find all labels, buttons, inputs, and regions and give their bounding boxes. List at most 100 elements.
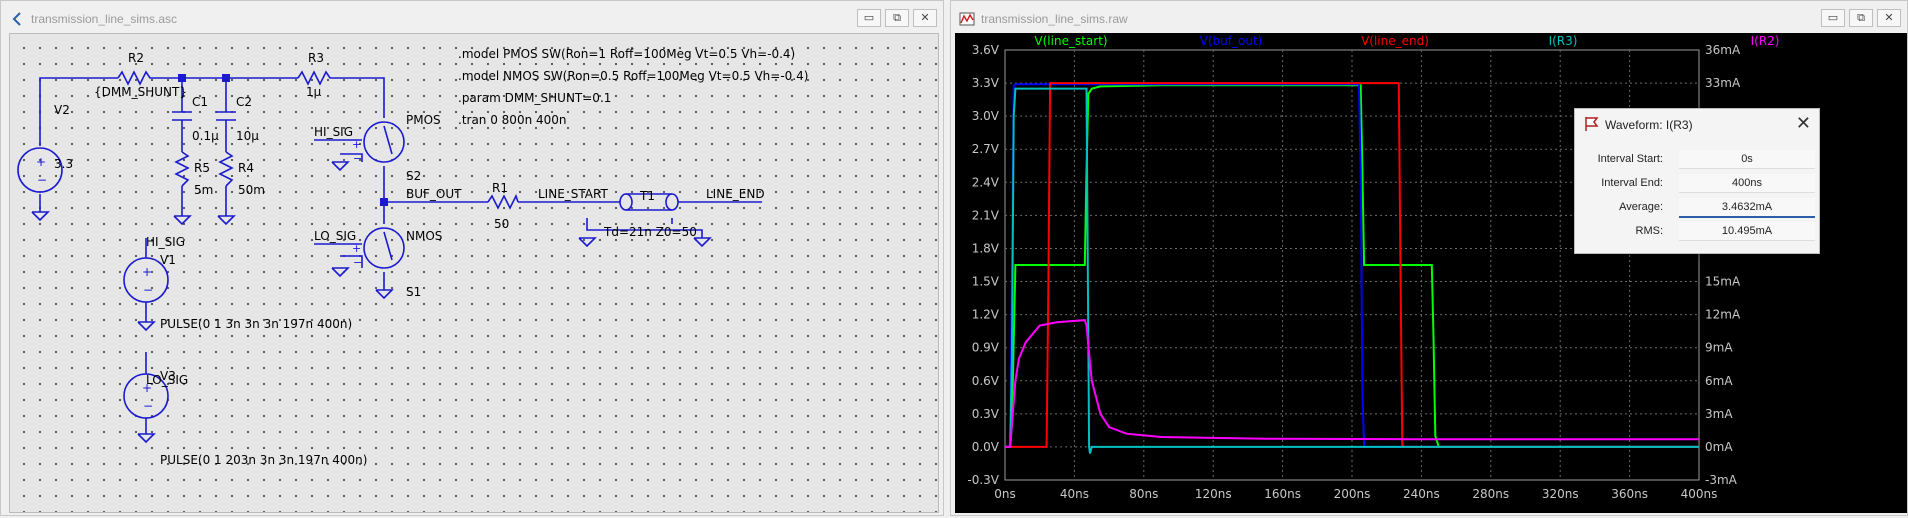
x-tick-label: 240ns (1403, 487, 1440, 501)
svg-text:−: − (37, 173, 47, 187)
schematic-canvas[interactable]: + − + − + − + − + − R2 {DMM_SHUNT} R3 1µ… (9, 33, 939, 513)
r1-name: R1 (492, 181, 508, 195)
restore-button[interactable]: ⧉ (1849, 9, 1873, 27)
waveform-measurement-dialog[interactable]: Waveform: I(R3) ✕ Interval Start: 0s Int… (1574, 108, 1820, 254)
waveform-titlebar[interactable]: transmission_line_sims.raw ▭ ⧉ ✕ (951, 1, 1907, 35)
r1-value: 50 (494, 217, 509, 231)
dialog-title: Waveform: I(R3) (1605, 118, 1693, 132)
net-label-buf-out: BUF_OUT (406, 187, 462, 201)
y-left-tick-label: -0.3V (967, 473, 999, 487)
net-label-line-start: LINE_START (538, 187, 608, 201)
legend-item: V(line_end) (1361, 34, 1429, 48)
schematic-window: transmission_line_sims.asc ▭ ⧉ ✕ + − + −… (0, 0, 944, 516)
ground-symbols (31, 161, 712, 444)
flag-icon (1585, 117, 1599, 131)
s2-model: PMOS (406, 113, 441, 127)
y-right-tick-label: 0mA (1705, 440, 1733, 454)
x-tick-label: 360ns (1611, 487, 1648, 501)
minimize-button[interactable]: ▭ (857, 9, 881, 27)
schematic-window-title: transmission_line_sims.asc (31, 12, 178, 26)
y-right-tick-label: 33mA (1705, 76, 1741, 90)
net-label-lo-sig: LO_SIG (146, 373, 188, 387)
x-tick-label: 120ns (1195, 487, 1232, 501)
waveform-plot-area[interactable]: 0ns 40ns 80ns 120ns 160ns 200ns 240ns 280ns 320n… (955, 33, 1907, 513)
svg-text:+: + (352, 242, 361, 255)
svg-text:−: − (143, 399, 153, 413)
interval-end-label: Interval End: (1601, 177, 1663, 189)
y-right-tick-label: 3mA (1705, 407, 1733, 421)
r3-name: R3 (308, 51, 324, 65)
interval-start-row: Interval Start: 0s (1575, 149, 1819, 169)
s2-name: S2 (406, 169, 421, 183)
y-left-tick-label: 2.7V (972, 142, 1000, 156)
net-label-line-end: LINE_END (706, 187, 765, 201)
y-left-tick-label: 0.3V (972, 407, 1000, 421)
close-button[interactable]: ✕ (1877, 9, 1901, 27)
y-left-tick-label: 2.4V (972, 175, 1000, 189)
x-tick-label: 400ns (1681, 487, 1718, 501)
y-right-tick-label: 6mA (1705, 374, 1733, 388)
directive-pmos-model[interactable]: .model PMOS SW(Ron=1 Roff=100Meg Vt=0.5 … (458, 47, 795, 61)
close-button[interactable]: ✕ (913, 9, 937, 27)
rms-field[interactable]: 10.495mA (1679, 222, 1815, 241)
rms-label: RMS: (1635, 225, 1664, 237)
r1-symbol (487, 193, 519, 210)
r4-symbol (218, 151, 234, 187)
y-right-tick-label: 12mA (1705, 308, 1741, 322)
r4-value: 50m (238, 183, 265, 197)
average-field[interactable]: 3.4632mA (1679, 198, 1815, 218)
legend-item: V(buf_out) (1200, 34, 1263, 48)
r3-value: 1µ (306, 85, 322, 99)
y-left-tick-label: 0.6V (972, 374, 1000, 388)
svg-text:−: − (143, 283, 153, 297)
interval-start-label: Interval Start: (1597, 153, 1663, 165)
schematic-drawing[interactable]: +− +− +− +− +− R2 {DMM_SHUNT} R3 1µ C1 0… (10, 34, 938, 512)
waveform-window-title: transmission_line_sims.raw (981, 12, 1128, 26)
y-left-tick-label: 0.9V (972, 341, 1000, 355)
interval-start-field[interactable]: 0s (1679, 150, 1815, 169)
r5-name: R5 (194, 161, 210, 175)
restore-button[interactable]: ⧉ (885, 9, 909, 27)
r3-symbol (297, 70, 334, 86)
c1-name: C1 (192, 95, 208, 109)
schematic-titlebar[interactable]: transmission_line_sims.asc ▭ ⧉ ✕ (1, 1, 943, 35)
y-left-tick-label: 0.0V (972, 440, 1000, 454)
x-tick-label: 40ns (1060, 487, 1089, 501)
interval-end-field[interactable]: 400ns (1679, 174, 1815, 193)
average-row: Average: 3.4632mA (1575, 197, 1819, 218)
directive-param[interactable]: .param DMM_SHUNT=0.1 (458, 91, 611, 105)
svg-text:+: + (352, 138, 361, 151)
minimize-button[interactable]: ▭ (1821, 9, 1845, 27)
ltspice-schematic-icon (12, 12, 21, 26)
x-tick-label: 200ns (1334, 487, 1371, 501)
trace-i-r2 (1005, 319, 1699, 448)
y-left-tick-label: 1.8V (972, 241, 1000, 255)
v3-value: PULSE(0 1 203n 3n 3n 197n 400n) (160, 453, 367, 467)
c2-value: 10µ (236, 129, 259, 143)
v1-value: PULSE(0 1 3n 3n 3n 197n 400n) (160, 317, 352, 331)
directive-nmos-model[interactable]: .model NMOS SW(Ron=0.5 Roff=100Meg Vt=0.… (458, 69, 808, 83)
legend-item: I(R3) (1549, 34, 1578, 48)
waveform-chart[interactable]: 0ns 40ns 80ns 120ns 160ns 200ns 240ns 280ns 320n… (955, 33, 1907, 513)
waveform-window: transmission_line_sims.raw ▭ ⧉ ✕ 0ns 40ns… (950, 0, 1908, 516)
t1-value: Td=21n Z0=50 (603, 225, 697, 239)
net-label-hi-sig-s2: HI_SIG (314, 125, 353, 139)
net-label-hi-sig: HI_SIG (146, 235, 185, 249)
r2-name: R2 (128, 51, 144, 65)
c2-symbol (216, 111, 236, 121)
legend-item: V(line_start) (1034, 34, 1107, 48)
t1-name: T1 (639, 189, 655, 203)
svg-text:+: + (36, 155, 46, 169)
close-icon[interactable]: ✕ (1796, 113, 1811, 134)
y-left-tick-label: 1.2V (972, 308, 1000, 322)
y-right-tick-label: -3mA (1705, 473, 1738, 487)
directive-tran[interactable]: .tran 0 800n 400n (458, 113, 567, 127)
svg-text:+: + (142, 265, 152, 279)
waveform-app-icon (959, 12, 975, 26)
y-left-tick-label: 1.5V (972, 275, 1000, 289)
legend-item: I(R2) (1751, 34, 1780, 48)
svg-text:−: − (353, 152, 362, 165)
y-left-tick-label: 3.3V (972, 76, 1000, 90)
r2-value: {DMM_SHUNT} (94, 85, 187, 99)
r5-symbol (174, 151, 190, 187)
